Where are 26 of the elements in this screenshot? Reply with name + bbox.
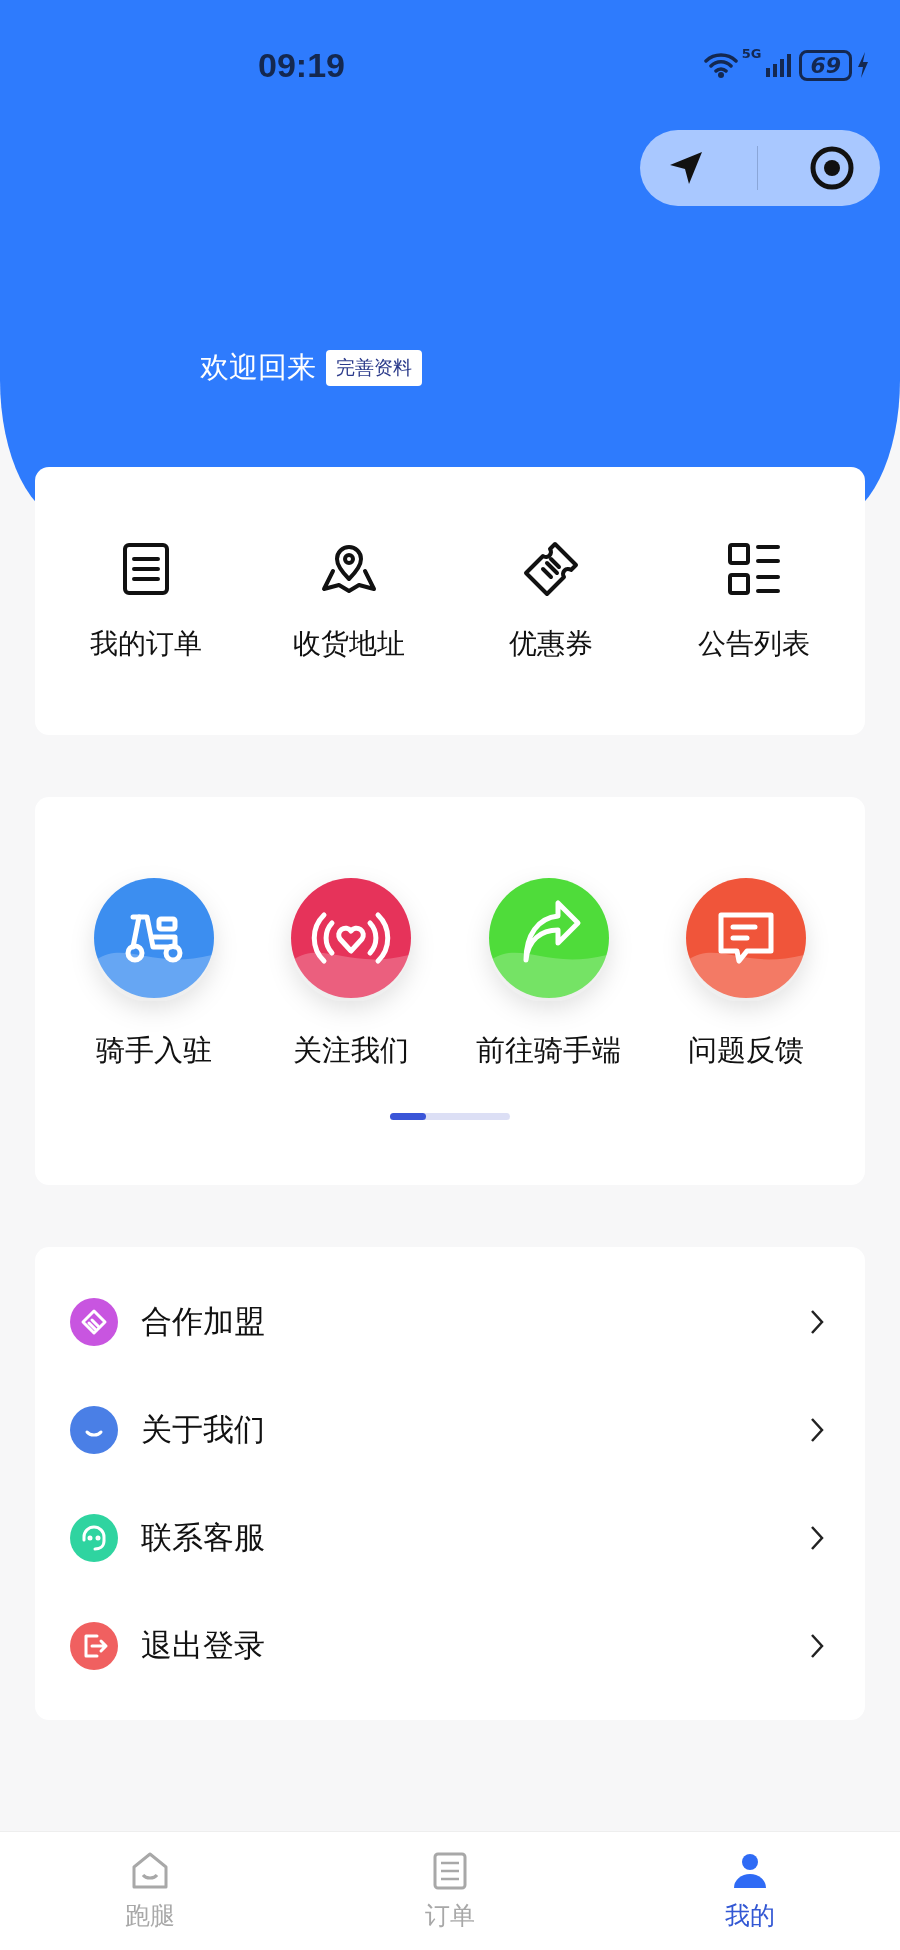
shortcut-label[interactable]: 收货地址 [292,625,405,663]
service-label[interactable]: 骑手入驻 [95,1031,212,1071]
smile-icon [69,1404,119,1455]
menu-item[interactable]: 合作加盟 [35,1267,865,1376]
status-time: 09:19 [258,45,345,85]
service-label[interactable]: 关注我们 [293,1031,410,1071]
target-icon[interactable] [808,145,855,191]
service-label[interactable]: 前往骑手端 [476,1031,622,1071]
house-icon [130,1850,170,1891]
logout-icon [69,1620,119,1671]
welcome-text: 欢迎回来 [200,349,316,386]
headset-icon [69,1512,119,1563]
menu-item[interactable]: 关于我们 [35,1375,865,1484]
tab[interactable]: 我的 [600,1832,900,1950]
service-label[interactable]: 问题反馈 [688,1031,805,1071]
complete-profile-button[interactable]: 完善资料 [326,350,422,386]
wifi-icon [703,52,738,78]
signal-icon [765,52,792,78]
shortcut-label[interactable]: 优惠券 [509,625,594,663]
shortcut-label[interactable]: 公告列表 [697,625,810,663]
menu-item[interactable]: 联系客服 [35,1483,865,1592]
battery-level: 69 [799,49,852,81]
charging-icon [856,51,870,79]
shortcut-label[interactable]: 我的订单 [90,625,203,663]
network-label: 5G [741,45,762,61]
menu-item[interactable]: 退出登录 [35,1591,865,1700]
